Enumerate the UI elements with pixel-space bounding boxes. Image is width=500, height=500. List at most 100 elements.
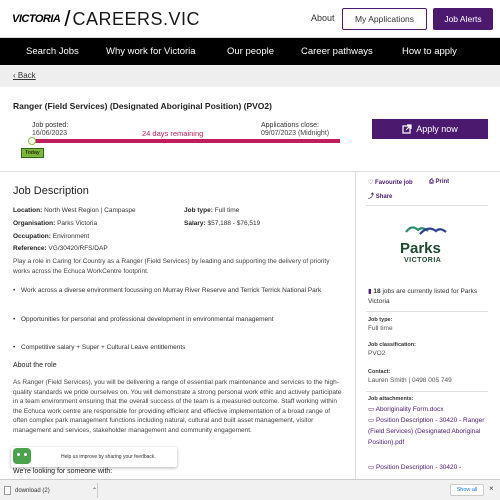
posted-label: Job posted: [32, 122, 69, 129]
back-link[interactable]: ‹ Back [13, 71, 36, 80]
job-intro: Play a role in Caring for Country as a R… [13, 258, 330, 275]
attachment-name: Position Description - 30420 - [375, 464, 462, 471]
job-alerts-button[interactable]: Job Alerts [433, 8, 493, 30]
download-item[interactable]: download (2) ⌃ [4, 483, 98, 498]
feedback-text: Help us improve by sharing your feedback… [61, 454, 156, 460]
sidebar-divider [366, 391, 488, 392]
close-label: Applications close: [261, 122, 319, 129]
classification-value: PVO2 [368, 350, 386, 357]
jobtype-label: Job type: [184, 207, 213, 214]
salary-label: Salary: [184, 220, 206, 227]
share-icon: ⤴ [368, 194, 375, 200]
share-label: Share [375, 194, 393, 200]
classification-label: Job classification: [368, 342, 416, 348]
feedback-bot-icon[interactable] [13, 448, 31, 464]
victoria-logo-mark: VICTORIA [12, 13, 61, 25]
document-icon: ▭ [368, 406, 375, 413]
nav-how-to-apply[interactable]: How to apply [402, 46, 457, 57]
today-badge: Today [21, 148, 44, 158]
sidebar-jobtype-label: Job type: [368, 317, 393, 323]
show-all-button[interactable]: Show all [450, 484, 484, 496]
favourite-job-button[interactable]: ♡ Favourite job [368, 179, 413, 186]
location-value: North West Region | Campaspe [44, 207, 136, 214]
nav-why-work[interactable]: Why work for Victoria [106, 46, 196, 57]
file-icon [4, 486, 11, 495]
victoria-word: VICTORIA [404, 257, 442, 264]
document-icon: ▭ [368, 464, 375, 471]
days-remaining: 24 days remaining [142, 129, 204, 138]
occupation-value: Environment [52, 233, 90, 240]
jobs-listed-label: jobs are currently listed for Parks Vict… [368, 288, 478, 305]
attachment-link[interactable]: ▭ Position Description - 30420 - Ranger … [368, 415, 488, 448]
list-item: Opportunities for personal and professio… [13, 315, 331, 325]
about-role-text: As Ranger (Field Services), you will be … [13, 379, 342, 434]
document-icon: ▭ [368, 417, 375, 424]
attachment-name: Position Description - 30420 - Ranger (F… [368, 417, 485, 446]
jobtype-field: Job type: Full time [184, 207, 239, 214]
jobs-count: 18 [373, 288, 381, 295]
attachments-label: Job attachments: [368, 396, 414, 402]
posted-date: 16/06/2023 [32, 130, 68, 137]
site-header: VICTORIA / CAREERS.VIC About My Applicat… [0, 0, 500, 38]
feedback-toast[interactable]: Help us improve by sharing your feedback… [11, 447, 177, 467]
occupation-label: Occupation: [13, 233, 51, 240]
sidebar-divider [355, 172, 356, 480]
looking-for-heading: We're looking for someone with: [13, 468, 113, 475]
location-field: Location: North West Region | Campaspe [13, 207, 136, 214]
print-icon: ⎙ [429, 179, 434, 185]
countdown-bar [30, 139, 340, 143]
about-role-heading: About the role [13, 362, 57, 369]
list-item: Work across a diverse environment focuss… [13, 286, 331, 296]
download-bar: download (2) ⌃ Show all × [0, 479, 500, 500]
logo-slash: / [64, 6, 71, 31]
share-button[interactable]: ⤴ Share [368, 191, 392, 200]
download-filename: download (2) [15, 487, 50, 494]
salary-value: $57,188 - $76,519 [207, 220, 261, 227]
apply-now-button[interactable]: Apply now [372, 119, 488, 139]
print-label: Print [435, 179, 450, 185]
back-label: Back [17, 71, 36, 80]
organisation-label: Organisation: [13, 220, 56, 227]
section-divider [0, 171, 500, 172]
nav-career-pathways[interactable]: Career pathways [301, 46, 373, 57]
location-label: Location: [13, 207, 43, 214]
careers-vic-logo[interactable]: VICTORIA / CAREERS.VIC [12, 6, 201, 31]
reference-value: VG/30420/RFS/DAP [48, 245, 108, 252]
back-bar: ‹ Back [0, 65, 500, 87]
organisation-field: Organisation: Parks Victoria [13, 220, 97, 227]
about-link[interactable]: About [311, 13, 335, 23]
jobtype-value: Full time [214, 207, 240, 214]
close-icon[interactable]: × [489, 484, 494, 493]
occupation-field: Occupation: Environment [13, 233, 89, 240]
sidebar-divider [366, 205, 488, 206]
parks-logo-mark [405, 226, 447, 235]
favourite-label: Favourite job [375, 180, 413, 186]
job-description-heading: Job Description [13, 185, 89, 197]
apply-now-label: Apply now [416, 124, 458, 134]
close-date: 09/07/2023 (Midnight) [261, 130, 330, 137]
job-title: Ranger (Field Services) (Designated Abor… [13, 101, 272, 111]
attachment-name: Aboriginality Form.docx [375, 406, 444, 413]
attachment-link[interactable]: ▭ Aboriginality Form.docx [368, 404, 488, 415]
my-applications-button[interactable]: My Applications [342, 8, 427, 30]
chevron-up-icon: ⌃ [91, 488, 97, 494]
sidebar-divider [366, 311, 488, 312]
external-link-icon [402, 124, 412, 134]
today-marker [28, 137, 36, 145]
parks-victoria-logo: Parks VICTORIA [400, 222, 460, 264]
jobs-listed-text[interactable]: ▮ 18 jobs are currently listed for Parks… [368, 287, 488, 307]
list-item: Competitive salary + Super + Cultural Le… [13, 343, 331, 353]
reference-label: Reference: [13, 245, 47, 252]
nav-search-jobs[interactable]: Search Jobs [26, 46, 79, 57]
logo-text: CAREERS.VIC [72, 8, 201, 29]
attachment-link[interactable]: ▭ Position Description - 30420 - [368, 462, 488, 473]
sidebar-jobtype-value: Full time [368, 325, 393, 332]
organisation-value: Parks Victoria [57, 220, 98, 227]
reference-field: Reference: VG/30420/RFS/DAP [13, 245, 108, 252]
parks-word: Parks [400, 240, 441, 257]
print-button[interactable]: ⎙ Print [429, 179, 449, 186]
nav-our-people[interactable]: Our people [227, 46, 274, 57]
contact-label: Contact: [368, 369, 391, 375]
briefcase-icon: ▮ [368, 288, 372, 295]
main-nav: Search Jobs Why work for Victoria Our pe… [0, 38, 500, 65]
